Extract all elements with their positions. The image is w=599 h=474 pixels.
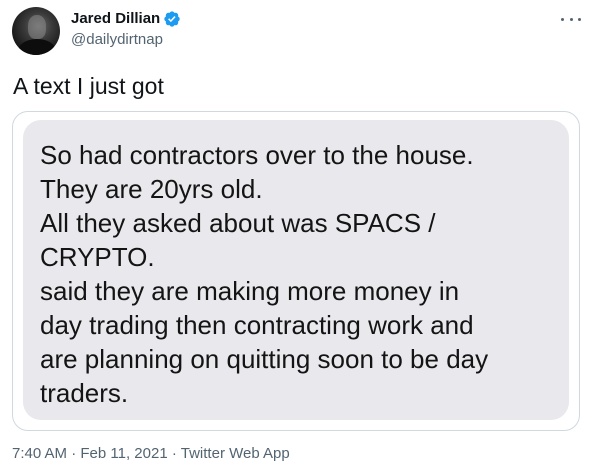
message-line: So had contractors over to the house. [40, 140, 474, 170]
message-line: CRYPTO. [40, 242, 155, 272]
avatar-face [28, 15, 46, 39]
author-name[interactable]: Jared Dillian [71, 10, 160, 28]
tweet-client[interactable]: Twitter Web App [181, 445, 290, 462]
separator: · [171, 445, 177, 462]
separator: · [71, 445, 77, 462]
tweet-media-image[interactable]: So had contractors over to the house. Th… [12, 111, 580, 431]
message-line: are planning on quitting soon to be day [40, 344, 489, 374]
more-options-icon[interactable] [561, 12, 581, 26]
dot-icon [578, 17, 581, 21]
author-handle[interactable]: @dailydirtnap [71, 31, 163, 49]
message-line: day trading then contracting work and [40, 310, 474, 340]
dot-icon [569, 17, 573, 21]
message-line: said they are making more money in [40, 276, 460, 306]
verified-badge-icon [164, 11, 180, 27]
avatar-shoulders [18, 39, 56, 55]
message-bubble: So had contractors over to the house. Th… [23, 120, 569, 420]
tweet: Jared Dillian @dailydirtnap A text I jus… [0, 0, 599, 474]
tweet-time[interactable]: 7:40 AM [12, 445, 67, 462]
tweet-metadata: 7:40 AM · Feb 11, 2021 · Twitter Web App [12, 445, 290, 463]
dot-icon [561, 17, 564, 21]
tweet-text: A text I just got [13, 73, 164, 99]
avatar[interactable] [12, 7, 60, 55]
tweet-date[interactable]: Feb 11, 2021 [80, 445, 167, 462]
message-line: traders. [40, 378, 129, 408]
message-line: All they asked about was SPACS / [40, 208, 436, 238]
message-line: They are 20yrs old. [40, 174, 263, 204]
